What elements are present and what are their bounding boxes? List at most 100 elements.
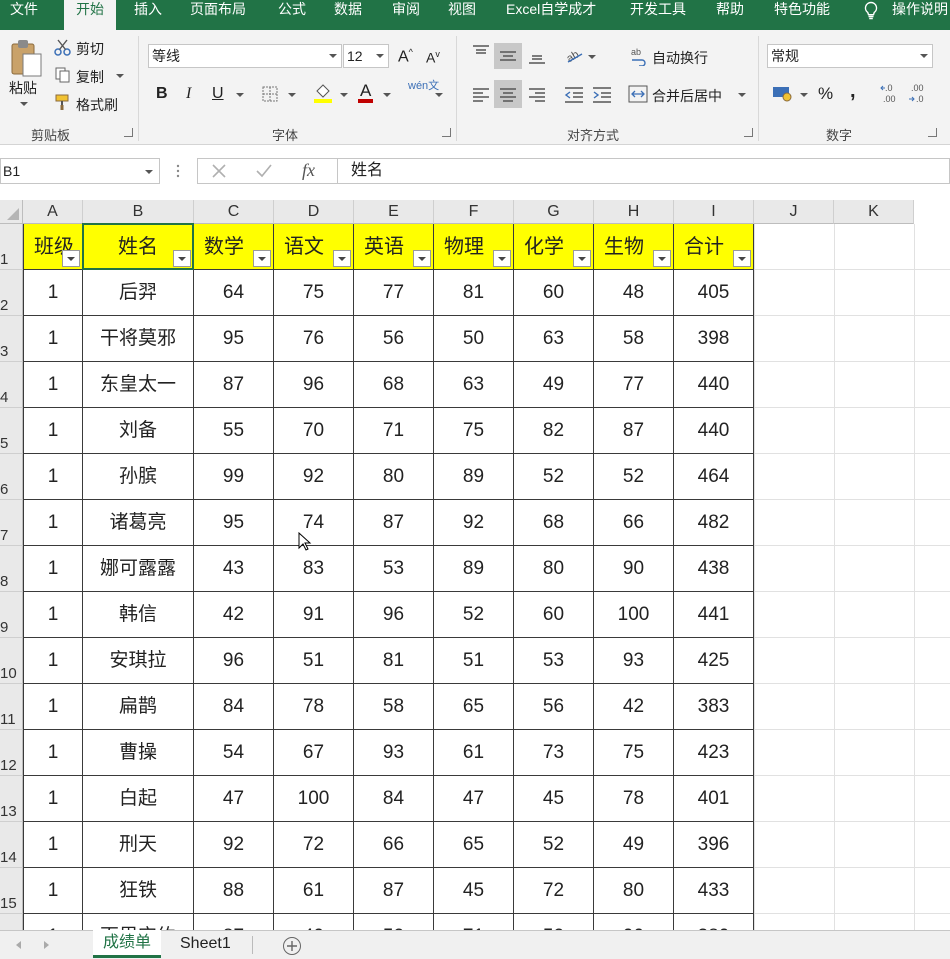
- column-header-h[interactable]: H: [594, 200, 674, 224]
- table-cell[interactable]: 1: [23, 408, 83, 454]
- align-top-icon[interactable]: [472, 44, 490, 62]
- row-header[interactable]: 13: [0, 776, 23, 822]
- table-cell[interactable]: 65: [434, 822, 514, 868]
- row-header[interactable]: 3: [0, 316, 23, 362]
- header-cell[interactable]: 化学: [514, 224, 594, 270]
- table-cell[interactable]: 75: [434, 408, 514, 454]
- column-header-a[interactable]: A: [23, 200, 83, 224]
- row-header[interactable]: 8: [0, 546, 23, 592]
- table-cell[interactable]: 84: [194, 684, 274, 730]
- table-cell[interactable]: 89: [434, 546, 514, 592]
- table-cell[interactable]: 78: [594, 776, 674, 822]
- table-cell[interactable]: 425: [674, 638, 754, 684]
- column-header-j[interactable]: J: [754, 200, 834, 224]
- table-cell[interactable]: 1: [23, 500, 83, 546]
- table-cell[interactable]: 464: [674, 454, 754, 500]
- increase-font-icon[interactable]: A^: [398, 47, 413, 66]
- underline-button[interactable]: U: [212, 85, 224, 103]
- tab-home[interactable]: 开始: [64, 0, 116, 32]
- borders-icon[interactable]: [262, 86, 278, 102]
- number-launcher-icon[interactable]: [928, 128, 937, 137]
- table-cell[interactable]: 45: [514, 776, 594, 822]
- table-cell[interactable]: 90: [594, 914, 674, 930]
- table-cell[interactable]: 72: [274, 822, 354, 868]
- tell-me-search[interactable]: 操作说明: [892, 0, 948, 30]
- enter-icon[interactable]: [256, 164, 272, 178]
- table-cell[interactable]: 韩信: [83, 592, 194, 638]
- table-cell[interactable]: 440: [674, 408, 754, 454]
- decrease-font-icon[interactable]: Av: [426, 49, 440, 66]
- format-painter-icon[interactable]: [54, 93, 72, 111]
- table-cell[interactable]: 67: [274, 730, 354, 776]
- merge-center-button[interactable]: 合并后居中: [652, 86, 722, 106]
- increase-indent-icon[interactable]: [592, 86, 612, 104]
- tab-view[interactable]: 视图: [448, 0, 476, 30]
- tab-data[interactable]: 数据: [334, 0, 362, 30]
- filter-dropdown-icon[interactable]: [733, 250, 751, 267]
- table-cell[interactable]: 77: [594, 362, 674, 408]
- fill-color-icon[interactable]: [313, 82, 333, 104]
- table-cell[interactable]: 76: [274, 316, 354, 362]
- table-cell[interactable]: 87: [194, 914, 274, 930]
- table-cell[interactable]: 92: [434, 500, 514, 546]
- spreadsheet-grid[interactable]: ABCDEFGHIJK12345678910111213141516班级姓名数学…: [0, 200, 950, 930]
- column-header-c[interactable]: C: [194, 200, 274, 224]
- table-cell[interactable]: 482: [674, 500, 754, 546]
- table-cell[interactable]: 白起: [83, 776, 194, 822]
- table-cell[interactable]: 81: [434, 270, 514, 316]
- table-cell[interactable]: 92: [194, 822, 274, 868]
- table-cell[interactable]: 99: [194, 454, 274, 500]
- table-cell[interactable]: 61: [434, 730, 514, 776]
- increase-decimal-icon[interactable]: .0.00: [880, 82, 902, 104]
- table-cell[interactable]: 100: [274, 776, 354, 822]
- table-cell[interactable]: 52: [354, 914, 434, 930]
- table-cell[interactable]: 1: [23, 546, 83, 592]
- row-header[interactable]: 12: [0, 730, 23, 776]
- row-header[interactable]: 16: [0, 914, 23, 930]
- table-cell[interactable]: 74: [274, 500, 354, 546]
- table-cell[interactable]: 后羿: [83, 270, 194, 316]
- table-cell[interactable]: 383: [674, 684, 754, 730]
- filter-dropdown-icon[interactable]: [493, 250, 511, 267]
- row-header[interactable]: 7: [0, 500, 23, 546]
- column-header-k[interactable]: K: [834, 200, 914, 224]
- table-cell[interactable]: 56: [354, 316, 434, 362]
- column-header-f[interactable]: F: [434, 200, 514, 224]
- column-header-b[interactable]: B: [83, 200, 194, 224]
- table-cell[interactable]: 诸葛亮: [83, 500, 194, 546]
- table-cell[interactable]: 1: [23, 316, 83, 362]
- table-cell[interactable]: 87: [594, 408, 674, 454]
- name-box[interactable]: B1: [0, 158, 160, 184]
- table-cell[interactable]: 100: [594, 592, 674, 638]
- italic-button[interactable]: I: [186, 85, 191, 103]
- row-header[interactable]: 15: [0, 868, 23, 914]
- align-center-icon[interactable]: [499, 86, 517, 104]
- table-cell[interactable]: 438: [674, 546, 754, 592]
- filter-dropdown-icon[interactable]: [413, 250, 431, 267]
- table-cell[interactable]: 405: [674, 270, 754, 316]
- filter-dropdown-icon[interactable]: [333, 250, 351, 267]
- table-cell[interactable]: 63: [434, 362, 514, 408]
- table-cell[interactable]: 68: [354, 362, 434, 408]
- table-cell[interactable]: 91: [274, 592, 354, 638]
- table-cell[interactable]: 1: [23, 270, 83, 316]
- table-cell[interactable]: 92: [274, 454, 354, 500]
- prev-sheet-icon[interactable]: [16, 941, 21, 949]
- table-cell[interactable]: 396: [674, 822, 754, 868]
- table-cell[interactable]: 95: [194, 500, 274, 546]
- table-cell[interactable]: 东皇太一: [83, 362, 194, 408]
- clipboard-launcher-icon[interactable]: [124, 128, 133, 137]
- copy-icon[interactable]: [54, 66, 72, 84]
- table-cell[interactable]: 43: [194, 546, 274, 592]
- row-header[interactable]: 11: [0, 684, 23, 730]
- table-cell[interactable]: 89: [434, 454, 514, 500]
- table-cell[interactable]: 83: [274, 546, 354, 592]
- row-header[interactable]: 6: [0, 454, 23, 500]
- header-cell[interactable]: 英语: [354, 224, 434, 270]
- filter-dropdown-icon[interactable]: [573, 250, 591, 267]
- table-cell[interactable]: 51: [434, 638, 514, 684]
- table-cell[interactable]: 安琪拉: [83, 638, 194, 684]
- table-cell[interactable]: 58: [594, 316, 674, 362]
- table-cell[interactable]: 1: [23, 776, 83, 822]
- filter-dropdown-icon[interactable]: [62, 250, 80, 267]
